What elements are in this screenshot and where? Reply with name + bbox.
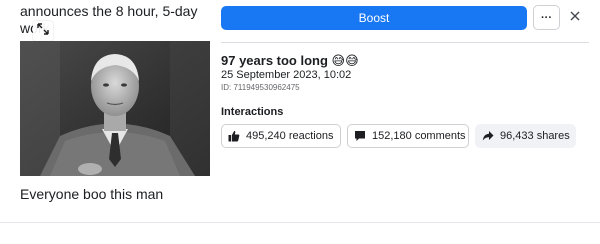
comments-count: 152,180 comments bbox=[372, 130, 466, 142]
expand-media-button[interactable] bbox=[33, 21, 53, 41]
post-preview: announces the 8 hour, 5-day work we bbox=[0, 0, 210, 244]
share-icon bbox=[482, 130, 494, 142]
post-title: 97 years too long 😅😅 bbox=[221, 53, 359, 68]
more-icon: ··· bbox=[541, 11, 552, 24]
reactions-button[interactable]: 495,240 reactions bbox=[221, 124, 341, 148]
bottom-divider bbox=[0, 222, 600, 223]
more-options-button[interactable]: ··· bbox=[533, 5, 560, 30]
close-button[interactable] bbox=[566, 8, 584, 26]
close-icon bbox=[570, 8, 580, 26]
expand-icon bbox=[37, 22, 49, 40]
post-insights-panel: announces the 8 hour, 5-day work we bbox=[0, 0, 600, 244]
post-id: ID: 711949530962475 bbox=[221, 83, 300, 92]
thumbs-up-icon bbox=[228, 130, 240, 142]
post-date: 25 September 2023, 10:02 bbox=[221, 69, 352, 81]
shares-count: 96,433 shares bbox=[500, 130, 570, 142]
comment-icon bbox=[354, 130, 366, 142]
post-photo bbox=[20, 41, 210, 176]
reactions-count: 495,240 reactions bbox=[246, 130, 334, 142]
preview-caption-bottom: Everyone boo this man bbox=[20, 186, 164, 202]
comments-button[interactable]: 152,180 comments bbox=[347, 124, 469, 148]
boost-button[interactable]: Boost bbox=[221, 6, 527, 30]
interactions-heading: Interactions bbox=[221, 106, 284, 118]
header-divider bbox=[221, 42, 589, 43]
shares-button[interactable]: 96,433 shares bbox=[475, 124, 576, 148]
